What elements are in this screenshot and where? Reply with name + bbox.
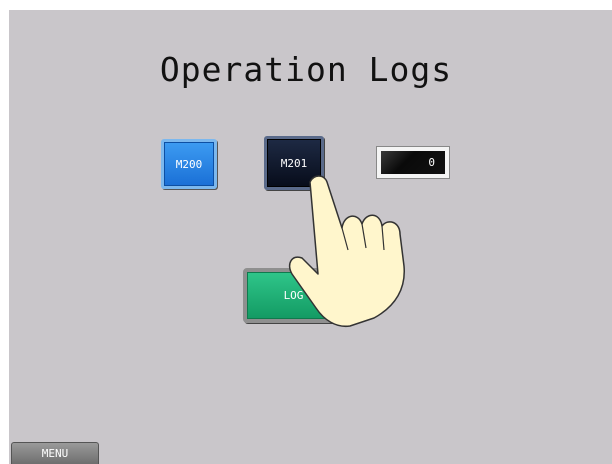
page-title: Operation Logs [159, 50, 453, 89]
pointing-hand-icon [288, 175, 405, 328]
m200-button[interactable]: M200 [161, 139, 217, 189]
menu-button[interactable]: MENU [11, 442, 99, 464]
